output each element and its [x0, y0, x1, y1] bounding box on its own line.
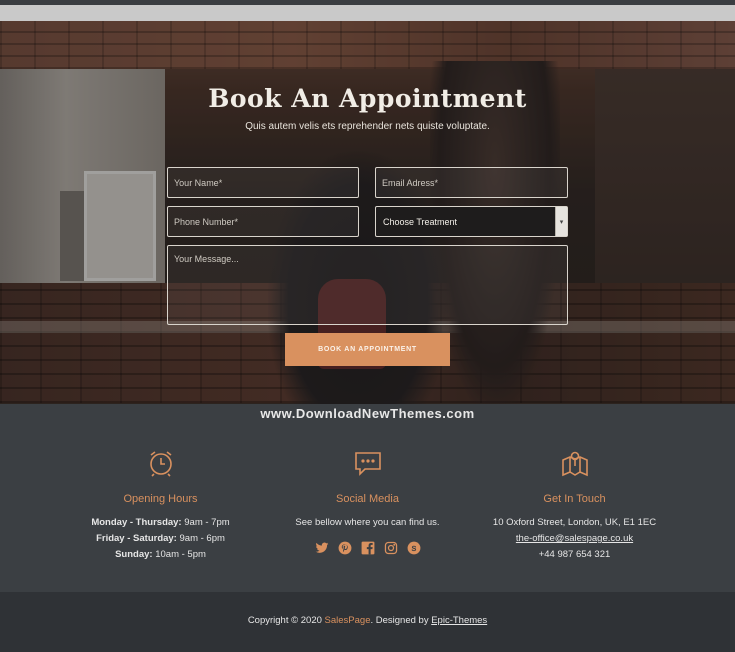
alarm-clock-icon — [149, 451, 172, 477]
contact-phone: +44 987 654 321 — [538, 549, 611, 560]
watermark: www.DownloadNewThemes.com — [260, 406, 475, 421]
contact-email-link[interactable]: the-office@salespage.co.uk — [516, 533, 633, 544]
book-appointment-button[interactable]: BOOK AN APPOINTMENT — [285, 333, 450, 366]
pinterest-icon[interactable] — [338, 541, 352, 555]
top-gap — [0, 5, 735, 21]
facebook-icon[interactable] — [361, 541, 375, 555]
contact-details: 10 Oxford Street, London, UK, E1 1EC the… — [452, 515, 697, 563]
page-title: Book An Appointment — [208, 84, 527, 113]
twitter-icon[interactable] — [315, 541, 329, 555]
name-input[interactable] — [167, 167, 359, 198]
treatment-select-value: Choose Treatment — [383, 216, 458, 227]
designer-link[interactable]: Epic-Themes — [431, 615, 487, 626]
map-pin-icon — [561, 451, 588, 477]
get-in-touch-column: Get In Touch 10 Oxford Street, London, U… — [452, 448, 697, 563]
email-input[interactable] — [375, 167, 568, 198]
chevron-down-icon[interactable]: ▾ — [555, 207, 567, 236]
chat-bubble-icon — [354, 452, 381, 476]
instagram-icon[interactable] — [384, 541, 398, 555]
message-textarea[interactable] — [167, 245, 568, 325]
contact-address: 10 Oxford Street, London, UK, E1 1EC — [492, 517, 657, 528]
treatment-select[interactable]: Choose Treatment ▾ — [375, 206, 568, 237]
copyright-text: Copyright © 2020 SalesPage. Designed by … — [247, 615, 488, 626]
get-in-touch-title: Get In Touch — [543, 493, 606, 505]
skype-icon[interactable] — [407, 541, 421, 555]
phone-input[interactable] — [167, 206, 359, 237]
hero-subtitle: Quis autem velis ets reprehender nets qu… — [245, 121, 490, 132]
brand-link[interactable]: SalesPage — [325, 615, 371, 626]
